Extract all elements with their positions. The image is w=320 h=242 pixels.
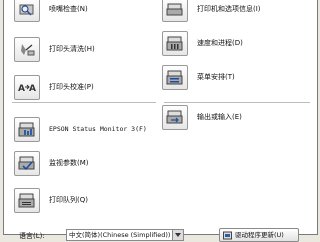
speed-progress-icon[interactable]	[162, 31, 188, 56]
export-import-label: 输出或输入(E)	[197, 113, 242, 121]
language-select[interactable]: 中文(简体)(Chinese (Simplified))	[66, 229, 184, 241]
menu-arrangement-icon[interactable]	[162, 65, 188, 90]
print-queue-icon[interactable]	[14, 188, 40, 213]
status-monitor-label: EPSON Status Monitor 3(F)	[49, 125, 147, 133]
left-separator	[12, 102, 156, 103]
maintenance-panel: 喷嘴检查(N) 打印头清洗(H) A A 打印头校准(P) EPSON Stat…	[3, 0, 318, 235]
driver-update-icon	[223, 231, 232, 240]
monitoring-preferences-icon[interactable]	[14, 151, 40, 176]
head-cleaning-icon[interactable]	[14, 37, 40, 62]
chevron-down-icon[interactable]	[172, 230, 183, 240]
nozzle-check-icon[interactable]	[14, 0, 40, 22]
print-head-alignment-icon[interactable]: A A	[14, 75, 40, 100]
menu-arrangement-label: 菜单安排(T)	[197, 73, 235, 81]
printer-info-label: 打印机和选项信息(I)	[197, 5, 261, 13]
monitoring-preferences-label: 监视参数(M)	[49, 159, 89, 167]
speed-progress-label: 速度和进程(D)	[197, 39, 243, 47]
driver-update-label: 驱动程序更新(U)	[235, 231, 284, 239]
status-monitor-icon[interactable]	[14, 117, 40, 142]
printer-info-icon[interactable]	[162, 0, 188, 22]
head-cleaning-label: 打印头清洗(H)	[49, 45, 95, 53]
right-separator	[164, 102, 310, 103]
export-import-icon[interactable]	[162, 105, 188, 130]
print-queue-label: 打印队列(Q)	[49, 196, 88, 204]
language-select-value: 中文(简体)(Chinese (Simplified))	[69, 231, 171, 239]
nozzle-check-label: 喷嘴检查(N)	[49, 5, 88, 13]
head-alignment-label: 打印头校准(P)	[49, 83, 94, 91]
svg-text:A: A	[18, 84, 25, 94]
svg-text:A: A	[29, 84, 36, 94]
